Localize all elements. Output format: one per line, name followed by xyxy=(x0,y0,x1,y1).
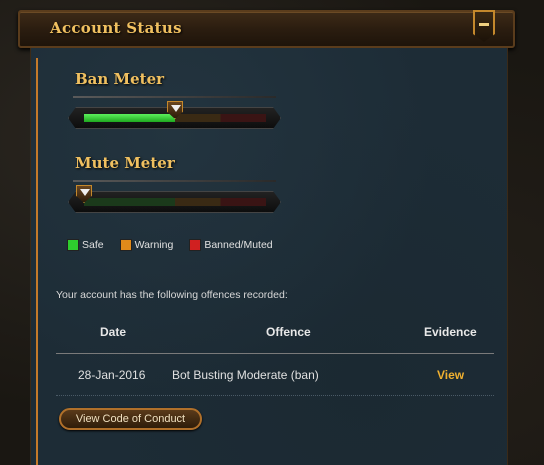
banned-swatch xyxy=(189,239,202,251)
offence-name: Bot Busting Moderate (ban) xyxy=(172,368,319,382)
meter-legend: Safe Warning Banned/Muted xyxy=(67,239,289,251)
legend-label: Warning xyxy=(134,239,174,251)
ban-meter-rule xyxy=(73,96,276,98)
ban-meter-fill xyxy=(84,114,175,122)
column-header-date: Date xyxy=(100,325,127,339)
ban-meter-title: Ban Meter xyxy=(75,70,165,88)
account-status-header: Account Status xyxy=(18,10,515,48)
view-evidence-link[interactable]: View xyxy=(437,368,464,382)
legend-item-safe: Safe xyxy=(67,239,104,251)
table-header-divider xyxy=(56,353,494,354)
offence-date: 28-Jan-2016 xyxy=(78,368,146,382)
view-code-of-conduct-button[interactable]: View Code of Conduct xyxy=(59,408,202,430)
panel-divider xyxy=(36,58,38,465)
legend-label: Banned/Muted xyxy=(204,239,273,251)
table-row-divider xyxy=(56,395,494,396)
offences-intro: Your account has the following offences … xyxy=(56,289,288,301)
mute-meter-scale xyxy=(84,198,266,206)
legend-item-banned: Banned/Muted xyxy=(189,239,273,251)
column-header-evidence: Evidence xyxy=(424,325,477,339)
warning-swatch xyxy=(119,239,132,251)
legend-item-warning: Warning xyxy=(119,239,174,251)
safe-swatch xyxy=(67,239,79,251)
column-header-offence: Offence xyxy=(266,325,311,339)
minus-icon xyxy=(479,23,489,26)
mute-meter-title: Mute Meter xyxy=(75,154,175,172)
mute-meter-rule xyxy=(73,180,276,182)
panel-title: Account Status xyxy=(50,19,182,37)
collapse-button[interactable] xyxy=(473,10,495,42)
legend-label: Safe xyxy=(82,239,104,251)
